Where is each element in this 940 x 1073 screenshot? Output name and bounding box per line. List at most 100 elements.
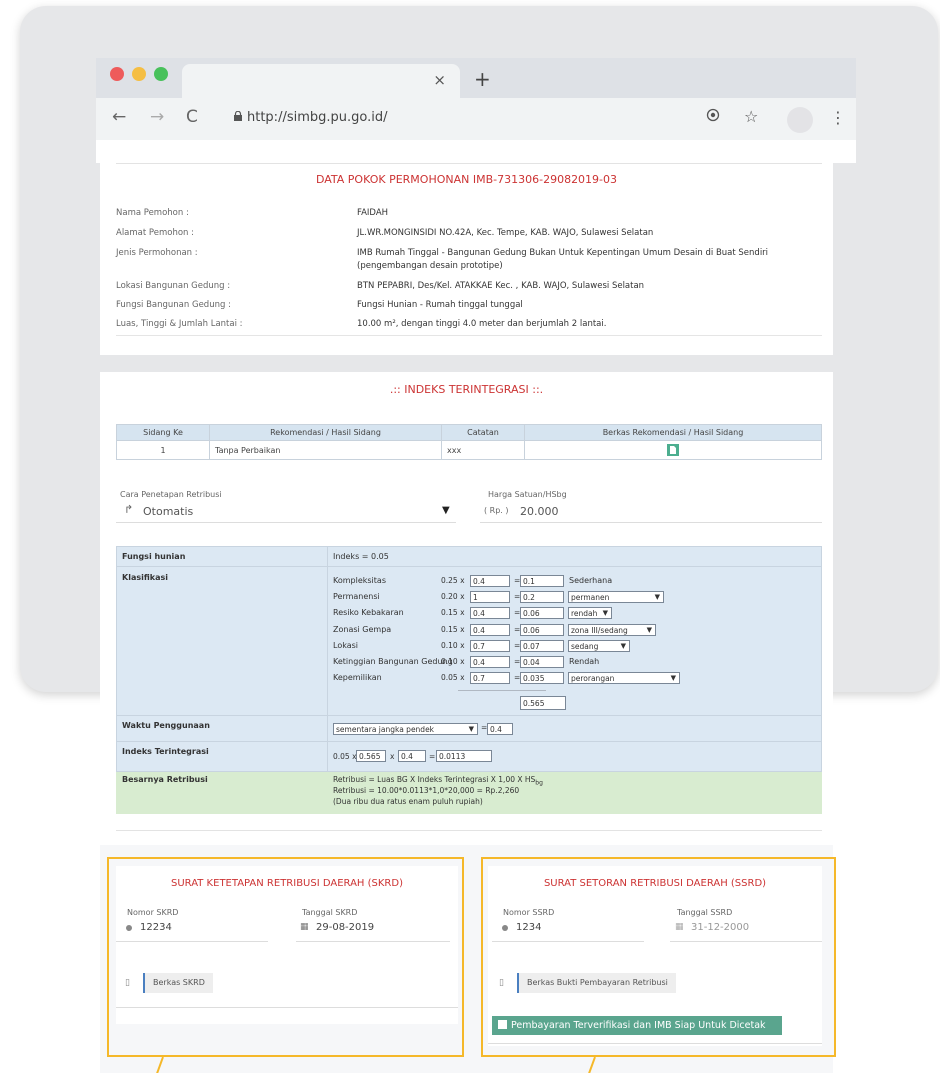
permohonan-title: DATA POKOK PERMOHONAN IMB-731306-2908201…: [315, 173, 618, 186]
retribusi-formula-text: Retribusi = Luas BG X Indeks Terintegras…: [333, 775, 536, 784]
menu-icon[interactable]: ⋮: [830, 108, 846, 127]
klasifikasi-level-value: rendah: [571, 609, 598, 619]
klasifikasi-result-field: 0.06: [520, 607, 564, 620]
chevron-down-icon: ▼: [646, 625, 652, 634]
klasifikasi-level-select[interactable]: rendah ▼: [568, 607, 612, 620]
cara-select[interactable]: Otomatis: [143, 505, 193, 518]
klasifikasi-level-select[interactable]: sedang ▼: [568, 639, 630, 652]
tanggal-ssrd-input[interactable]: 31-12-2000: [691, 922, 749, 933]
location-icon[interactable]: [706, 107, 720, 126]
file-download-icon[interactable]: [667, 444, 679, 456]
tanggal-ssrd-label: Tanggal SSRD: [677, 908, 733, 917]
jenis-value-line2: (pengembangan desain prototipe): [357, 261, 503, 271]
klasifikasi-weight: 0.15 x: [441, 608, 465, 618]
klasifikasi-item-name: Zonasi Gempa: [333, 624, 392, 634]
sidang-table: Sidang Ke Rekomendasi / Hasil Sidang Cat…: [116, 424, 822, 460]
maximize-window-dot[interactable]: [154, 67, 168, 81]
calendar-icon: ▦: [675, 922, 684, 932]
nomor-ssrd-input[interactable]: 1234: [516, 922, 541, 933]
alamat-value: JL.WR.MONGINSIDI NO.42A, Kec. Tempe, KAB…: [357, 228, 654, 238]
indeks-terintegrasi-label: Indeks Terintegrasi: [122, 747, 209, 756]
waktu-result-field: 0.4: [487, 723, 513, 735]
klasifikasi-weight: 0.20 x: [441, 592, 465, 602]
klasifikasi-factor-field[interactable]: 0.4: [470, 607, 510, 620]
klasifikasi-weight: 0.10 x: [441, 657, 465, 666]
share-arrow-icon: ↱: [124, 503, 134, 516]
nomor-skrd-label: Nomor SKRD: [127, 908, 179, 917]
browser-window: × + ← → C http://simbg.pu.go.id/ ☆ ⋮: [96, 58, 856, 163]
klasifikasi-level-text: Rendah: [569, 657, 600, 666]
close-window-dot[interactable]: [110, 67, 124, 81]
browser-toolbar: ← → C http://simbg.pu.go.id/ ☆ ⋮: [96, 98, 856, 140]
page-top-strip: [96, 140, 856, 163]
chevron-down-icon: ▼: [602, 609, 608, 618]
luas-label: Luas, Tinggi & Jumlah Lantai :: [116, 319, 243, 329]
header-berkas: Berkas Rekomendasi / Hasil Sidang: [524, 424, 822, 441]
minimize-window-dot[interactable]: [132, 67, 146, 81]
cell-rekomendasi: Tanpa Perbaikan: [209, 440, 442, 460]
harga-label: Harga Satuan/HSbg: [488, 490, 567, 499]
klasifikasi-level-select[interactable]: perorangan ▼: [568, 672, 680, 685]
fungsi-hunian-label: Fungsi hunian: [122, 552, 186, 561]
header-catatan: Catatan: [441, 424, 525, 441]
bookmark-star-icon[interactable]: ☆: [744, 107, 758, 126]
retribusi-terbilang: (Dua ribu dua ratus enam puluh rupiah): [333, 797, 483, 806]
klasifikasi-item-name: Kepemilikan: [333, 673, 382, 683]
klasifikasi-result-field: 0.04: [520, 656, 564, 668]
klasifikasi-item-name: Kompleksitas: [333, 576, 386, 585]
ssrd-title: SURAT SETORAN RETRIBUSI DAERAH (SSRD): [543, 878, 767, 889]
browser-tab[interactable]: ×: [182, 64, 460, 98]
reload-icon[interactable]: C: [186, 107, 198, 127]
klasifikasi-result-field: 0.2: [520, 591, 564, 604]
forward-icon[interactable]: →: [150, 107, 164, 127]
back-icon[interactable]: ←: [112, 107, 126, 127]
tab-close-icon[interactable]: ×: [433, 71, 446, 89]
address-bar[interactable]: http://simbg.pu.go.id/: [247, 110, 388, 125]
klasifikasi-weight: 0.25 x: [441, 576, 465, 585]
skrd-title: SURAT KETETAPAN RETRIBUSI DAERAH (SKRD): [171, 878, 403, 889]
klasifikasi-level-select[interactable]: zona III/sedang ▼: [568, 623, 656, 636]
klasifikasi-result-field: 0.035: [520, 672, 564, 685]
indeks-weight: 0.05 x: [333, 752, 357, 761]
cell-catatan: xxx: [441, 440, 525, 460]
indeks-b-field: 0.565: [356, 750, 386, 762]
klasifikasi-label: Klasifikasi: [122, 573, 168, 582]
klasifikasi-factor-field[interactable]: 0.4: [470, 575, 510, 587]
skrd-card: [116, 866, 458, 1024]
chevron-down-icon: ▼: [468, 725, 474, 733]
cara-dropdown-arrow-icon[interactable]: ▼: [442, 505, 450, 516]
retribusi-label: Besarnya Retribusi: [122, 775, 208, 784]
checkbox-icon[interactable]: [498, 1020, 507, 1029]
lokasi-value: BTN PEPABRI, Des/Kel. ATAKKAE Kec. , KAB…: [357, 281, 645, 291]
klasifikasi-factor-field[interactable]: 0.4: [470, 656, 510, 668]
tab-strip: × +: [96, 58, 856, 98]
luas-value: 10.00 m², dengan tinggi 4.0 meter dan be…: [357, 319, 607, 329]
indeks-result-field: 0.0113: [436, 750, 492, 762]
cell-berkas: [524, 440, 822, 460]
profile-avatar[interactable]: [787, 107, 813, 133]
fungsi-value: Fungsi Hunian - Rumah tinggal tunggal: [357, 300, 523, 310]
klasifikasi-level-value: sedang: [571, 641, 599, 651]
klasifikasi-level-select[interactable]: permanen ▼: [568, 591, 664, 604]
klasifikasi-factor-field[interactable]: 0.7: [470, 639, 510, 652]
klasifikasi-result-field: 0.06: [520, 623, 564, 636]
nomor-ssrd-label: Nomor SSRD: [503, 908, 555, 917]
waktu-select[interactable]: sementara jangka pendek ▼: [333, 723, 478, 735]
new-tab-icon[interactable]: +: [474, 67, 491, 91]
harga-input[interactable]: 20.000: [520, 505, 559, 518]
klasifikasi-factor-field[interactable]: 0.4: [470, 623, 510, 636]
berkas-pembayaran-button[interactable]: Berkas Bukti Pembayaran Retribusi: [517, 973, 676, 993]
klasifikasi-item-name: Lokasi: [333, 640, 358, 650]
berkas-skrd-button[interactable]: Berkas SKRD: [143, 973, 213, 993]
retribusi-formula-line1: Retribusi = Luas BG X Indeks Terintegras…: [333, 775, 543, 787]
nama-value: FAIDAH: [357, 208, 389, 218]
klasifikasi-factor-field[interactable]: 1: [470, 591, 510, 604]
klasifikasi-factor-field[interactable]: 0.7: [470, 672, 510, 685]
file-icon: ▯: [125, 978, 130, 988]
fungsi-hunian-value: Indeks = 0.05: [333, 552, 389, 561]
klasifikasi-level-value: perorangan: [571, 674, 615, 684]
calendar-icon: ▦: [300, 922, 309, 932]
nomor-skrd-input[interactable]: 12234: [140, 922, 172, 933]
harga-prefix: ( Rp. ): [484, 506, 509, 515]
tanggal-skrd-input[interactable]: 29-08-2019: [316, 922, 374, 933]
